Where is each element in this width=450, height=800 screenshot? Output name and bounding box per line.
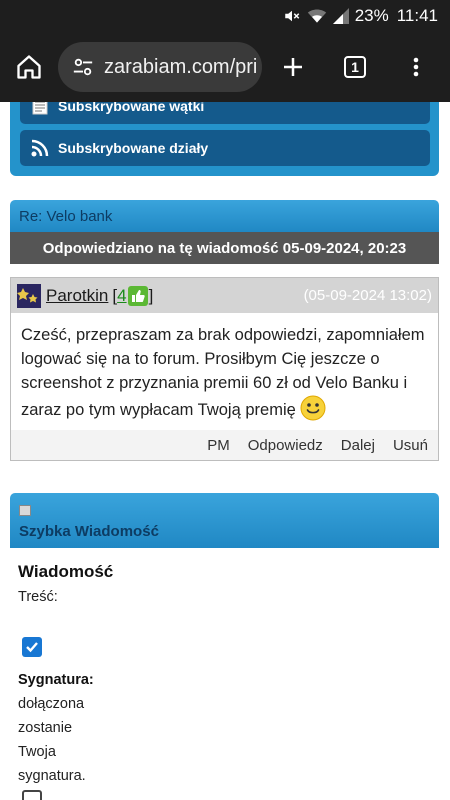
tab-switcher-button[interactable]: 1 bbox=[324, 32, 386, 102]
battery-percent: 23% bbox=[354, 6, 389, 25]
thumbs-up-icon[interactable] bbox=[127, 285, 148, 306]
post-message: Cześć, przepraszam za brak odpowiedzi, z… bbox=[21, 326, 425, 419]
reputation-value[interactable]: 4 bbox=[117, 286, 126, 306]
quick-reply-header[interactable]: Szybka Wiadomość bbox=[10, 493, 439, 548]
mute-icon bbox=[283, 7, 301, 25]
answered-text: Odpowiedziano na tę wiadomość 05-09-2024… bbox=[42, 239, 407, 257]
post-actions: PM Odpowiedz Dalej Usuń bbox=[11, 430, 438, 460]
post-body: Cześć, przepraszam za brak odpowiedzi, z… bbox=[11, 313, 438, 430]
signature-text-line: dołączona bbox=[18, 696, 85, 712]
check-icon bbox=[26, 642, 38, 653]
subscribed-threads-button[interactable]: Subskrybowane wątki bbox=[20, 102, 430, 124]
menu-button[interactable] bbox=[386, 32, 446, 102]
plus-icon bbox=[284, 58, 302, 76]
subscribed-forums-button[interactable]: Subskrybowane działy bbox=[20, 130, 430, 166]
collapse-icon[interactable] bbox=[19, 505, 31, 516]
home-button[interactable] bbox=[0, 32, 58, 102]
answered-bar: Odpowiedziano na tę wiadomość 05-09-2024… bbox=[10, 232, 439, 264]
signature-text-line: zostanie bbox=[18, 720, 73, 736]
smiley-icon bbox=[300, 395, 326, 421]
post-date: (05-09-2024 13:02) bbox=[303, 287, 432, 304]
user-menu-panel: Subskrybowane wątki Subskrybowane działy bbox=[10, 102, 439, 176]
delete-link[interactable]: Usuń bbox=[393, 437, 428, 454]
more-vert-icon bbox=[413, 57, 419, 77]
option-checkbox[interactable] bbox=[22, 790, 42, 800]
subscribed-threads-label: Subskrybowane wątki bbox=[58, 102, 205, 114]
quick-reply-title: Szybka Wiadomość bbox=[19, 523, 159, 540]
signature-label: Sygnatura: bbox=[18, 672, 94, 688]
tab-count: 1 bbox=[344, 56, 366, 78]
avatar[interactable] bbox=[17, 283, 41, 308]
message-heading: Wiadomość bbox=[18, 562, 114, 581]
pm-link[interactable]: PM bbox=[207, 437, 230, 454]
subscribed-forums-label: Subskrybowane działy bbox=[58, 140, 209, 156]
signature-text-line: Twoja bbox=[18, 744, 56, 760]
address-bar[interactable]: zarabiam.com/pri bbox=[58, 42, 262, 92]
reply-link[interactable]: Odpowiedz bbox=[248, 437, 323, 454]
content-label: Treść: bbox=[18, 589, 58, 605]
reputation: [ 4 ] bbox=[112, 285, 154, 306]
username-link[interactable]: Parotkin bbox=[46, 286, 108, 306]
browser-toolbar: zarabiam.com/pri 1 bbox=[0, 32, 450, 102]
post-header: Parotkin [ 4 ] (05-09-2024 13:02) bbox=[11, 278, 438, 313]
page-content: Subskrybowane wątki Subskrybowane działy… bbox=[0, 102, 450, 800]
site-settings-icon[interactable] bbox=[72, 56, 94, 78]
document-icon bbox=[30, 102, 50, 116]
thread-title: Re: Velo bank bbox=[19, 207, 113, 225]
thread-title-bar: Re: Velo bank bbox=[10, 200, 439, 232]
signature-checkbox[interactable] bbox=[22, 637, 42, 657]
next-link[interactable]: Dalej bbox=[341, 437, 375, 454]
signature-info: Sygnatura: dołączona zostanie Twoja sygn… bbox=[18, 668, 138, 788]
quick-reply-form: Wiadomość Treść: Sygnatura: dołączona zo… bbox=[18, 562, 428, 800]
url-text: zarabiam.com/pri bbox=[104, 55, 258, 78]
clock: 11:41 bbox=[396, 6, 438, 25]
rss-icon bbox=[30, 138, 50, 158]
thread-header: Re: Velo bank Odpowiedziano na tę wiadom… bbox=[10, 200, 439, 264]
forum-post: Parotkin [ 4 ] (05-09-2024 13:02) Cześć,… bbox=[10, 277, 439, 461]
wifi-icon bbox=[307, 7, 327, 25]
status-bar: 23% 11:41 bbox=[0, 0, 450, 32]
signature-text-line: sygnatura. bbox=[18, 768, 86, 784]
signal-icon bbox=[332, 8, 349, 24]
home-icon bbox=[17, 55, 41, 79]
new-tab-button[interactable] bbox=[262, 32, 324, 102]
rep-bracket-close: ] bbox=[148, 285, 154, 305]
